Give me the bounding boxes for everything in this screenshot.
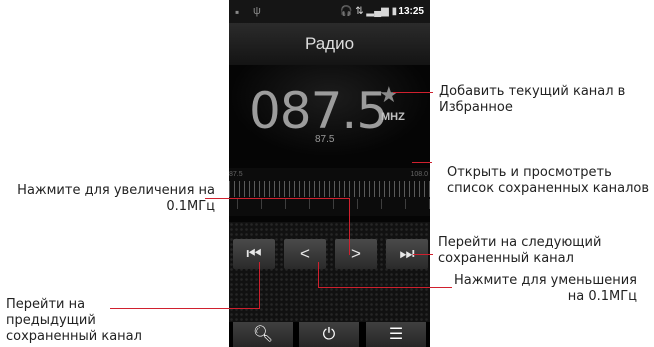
bottom-action-bar: 🔍︎ ⏻ ☰ [229,322,430,347]
status-icons: 🎧 ⇅ ▂▄▆ ▮ [340,6,397,17]
search-icon: 🔍︎ [252,326,274,343]
decrease-callout-line-v [318,262,319,288]
tuning-controls: ⏮ < > ⏭ [233,239,428,269]
annotation-line: Перейти на [6,297,86,312]
next-annotation: Перейти на следующий сохраненный канал [438,235,601,267]
annotation-line: Избранное [439,100,513,115]
scale-major-ticks [237,199,430,209]
favorite-callout-line [393,92,433,93]
annotation-line: 0.1МГц [166,199,215,214]
prev-annotation: Перейти на предыдущий сохраненный канал [6,297,142,345]
scale-min: 87.5 [229,171,243,178]
annotation-line: Открыть и просмотреть [447,165,612,180]
next-callout-line [413,254,433,255]
scale-ticks [229,181,430,197]
annotation-line: Добавить текущий канал в [439,84,626,99]
signal-icon: ▂▄▆ [366,6,389,17]
app-title: Радио [229,23,430,65]
search-button[interactable]: 🔍︎ [233,322,293,347]
increase-callout-line-v [349,198,350,255]
gallery-icon: ▪ [235,5,240,19]
annotation-line: на 0.1МГц [567,289,637,304]
sub-frequency: 87.5 [315,134,335,145]
status-bar: ▪ ψ 🎧 ⇅ ▂▄▆ ▮ 13:25 [229,0,430,23]
prev-channel-button[interactable]: ⏮ [233,239,275,269]
list-callout-line [412,162,432,163]
decrease-frequency-button[interactable]: < [284,239,326,269]
increase-callout-line-h [205,198,350,199]
frequency-unit: MHZ [381,111,405,123]
frequency-display: 087.5 ★ MHZ 87.5 [229,65,430,157]
battery-icon: ▮ [391,6,398,17]
prev-callout-line-v [259,262,260,309]
annotation-line: предыдущий [6,313,96,328]
decrease-annotation: Нажмите для уменьшения на 0.1МГц [450,273,637,305]
list-annotation: Открыть и просмотреть список сохраненных… [447,165,649,197]
favorite-annotation: Добавить текущий канал в Избранное [439,84,625,116]
annotation-line: Нажмите для уменьшения [454,273,637,288]
headphones-icon: 🎧 [340,6,353,17]
annotation-line: список сохраненных каналов [447,181,649,196]
decrease-callout-line-h [318,287,452,288]
frequency-value: 087.5 [249,82,388,140]
frequency-scale[interactable]: 87.5 108.0 [229,168,430,216]
data-icon: ⇅ [355,6,364,17]
annotation-line: сохраненный канал [6,329,142,344]
annotation-line: Перейти на следующий [438,235,602,250]
list-icon: ☰ [388,326,404,343]
increase-frequency-button[interactable]: > [335,239,377,269]
usb-icon: ψ [253,5,261,17]
favorite-star-icon[interactable]: ★ [379,82,399,108]
scale-max: 108.0 [410,171,428,178]
channel-list-button[interactable]: ☰ [366,322,426,347]
annotation-line: сохраненный канал [438,251,574,266]
power-button[interactable]: ⏻ [299,322,359,347]
increase-annotation: Нажмите для увеличения на 0.1МГц [8,183,215,215]
clock: 13:25 [398,6,424,17]
power-icon: ⏻ [322,326,336,343]
annotation-line: Нажмите для увеличения на [17,183,215,198]
